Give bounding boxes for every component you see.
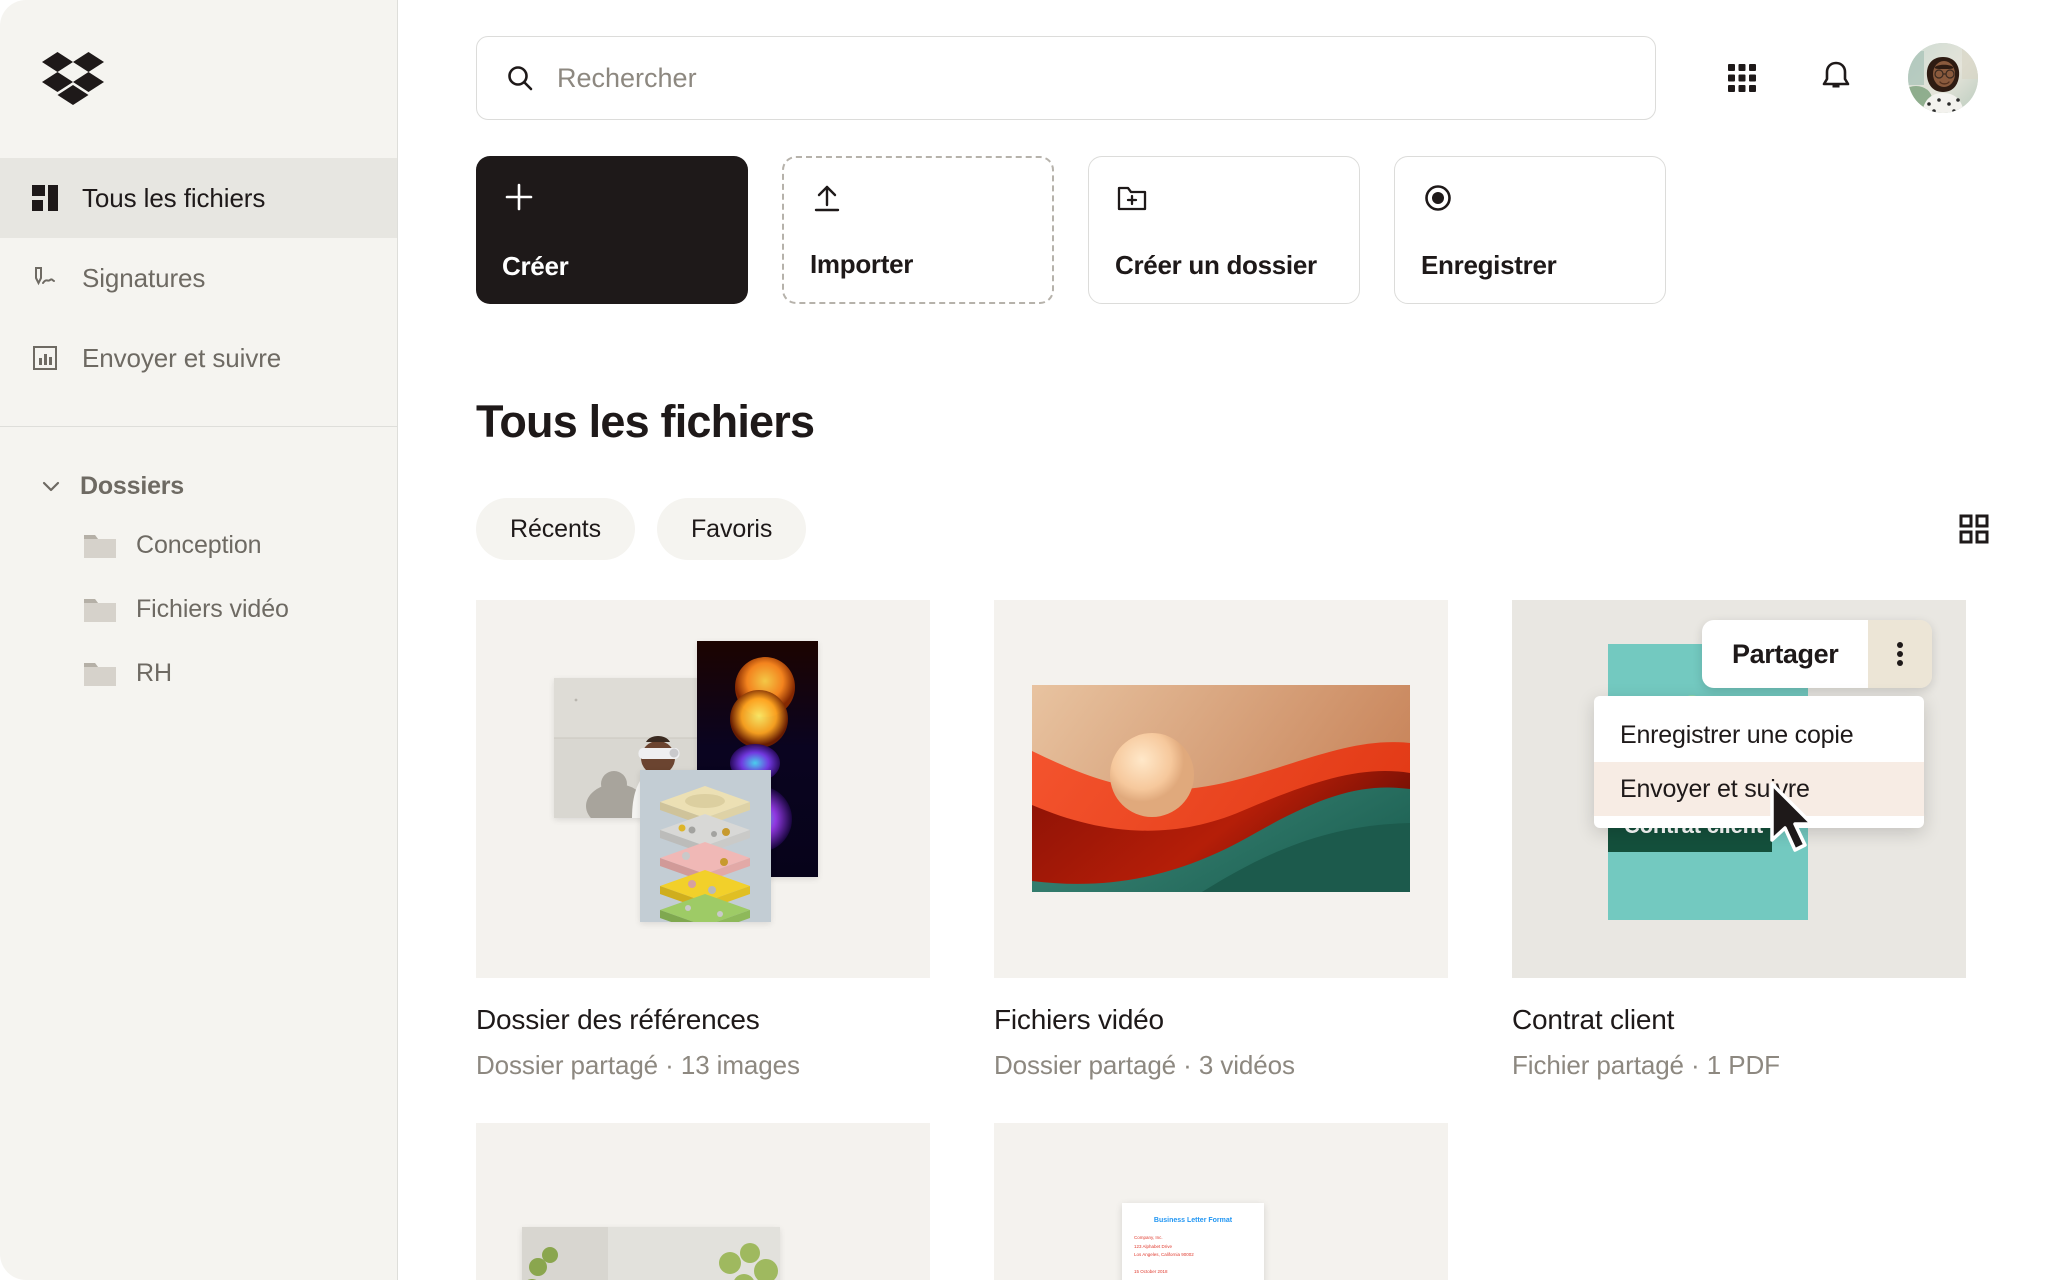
kebab-menu-icon[interactable]: [1868, 620, 1933, 688]
send-track-chart-icon: [30, 343, 60, 373]
import-button-label: Importer: [810, 249, 914, 279]
folder-label: Fichiers vidéo: [136, 594, 289, 623]
filter-chip-favorites[interactable]: Favoris: [657, 498, 807, 560]
file-card-title: Fichiers vidéo: [994, 1004, 1164, 1035]
primary-navigation: Tous les fichiers Signatures Envoyer et …: [0, 158, 397, 398]
brand-logo[interactable]: [0, 0, 397, 158]
create-folder-button-label: Créer un dossier: [1115, 250, 1317, 280]
sidebar: Tous les fichiers Signatures Envoyer et …: [0, 0, 398, 1280]
sidebar-item-label: Envoyer et suivre: [82, 342, 282, 373]
grid-view-icon[interactable]: [1958, 513, 1990, 545]
folder-icon: [84, 660, 116, 686]
sidebar-item-label: Tous les fichiers: [82, 182, 266, 213]
folder-icon: [84, 532, 116, 558]
sidebar-item-signatures[interactable]: Signatures: [0, 238, 397, 318]
apps-grid-icon[interactable]: [1720, 56, 1764, 100]
file-thumbnail: [994, 600, 1448, 978]
document-preview-sender-line-2: 123 Alphabet Drive: [1134, 1243, 1173, 1249]
sidebar-folder-conception[interactable]: Conception: [0, 513, 397, 577]
user-avatar[interactable]: [1908, 43, 1978, 113]
file-thumbnail: [476, 600, 930, 978]
thumbnail-abstract-wave: [1032, 685, 1410, 892]
plus-icon: [502, 178, 722, 216]
file-card-references[interactable]: Dossier des références Dossier partagé ·…: [476, 600, 930, 1081]
create-folder-button[interactable]: Créer un dossier: [1088, 156, 1360, 304]
record-button[interactable]: Enregistrer: [1394, 156, 1666, 304]
page-title: Tous les fichiers: [476, 396, 815, 447]
search-bar[interactable]: [476, 36, 1656, 120]
file-card-business-letter[interactable]: Business Letter Format Company, Inc. 123…: [994, 1123, 1448, 1280]
record-button-label: Enregistrer: [1421, 250, 1557, 280]
context-dropdown-menu: Enregistrer une copie Envoyer et suivre: [1594, 696, 1924, 828]
thumbnail-photo-greek-architecture: [522, 1227, 780, 1280]
all-files-icon: [30, 183, 60, 213]
import-button[interactable]: Importer: [782, 156, 1054, 304]
folder-label: RH: [136, 658, 172, 687]
create-button-label: Créer: [502, 251, 569, 281]
signature-pen-icon: [30, 263, 60, 293]
files-section: Tous les fichiers Récents Favoris Dossie…: [398, 396, 2048, 1280]
file-card-architecture[interactable]: [476, 1123, 930, 1280]
top-bar-actions: [1720, 43, 1990, 113]
file-card-meta: Dossier partagé · 3 vidéos: [994, 1050, 1295, 1080]
folders-section: Dossiers Conception Fichiers vidéo RH: [0, 427, 397, 705]
sidebar-item-all-files[interactable]: Tous les fichiers: [0, 158, 397, 238]
thumbnail-photo-layered-render: [640, 770, 771, 922]
file-thumbnail: [476, 1123, 930, 1280]
file-thumbnail: Contrat client Partager: [1512, 600, 1966, 978]
sidebar-folder-video-files[interactable]: Fichiers vidéo: [0, 577, 397, 641]
create-button[interactable]: Créer: [476, 156, 748, 304]
folder-label: Conception: [136, 530, 262, 559]
document-preview-sender-line-3: Los Angeles, California 90002: [1134, 1252, 1194, 1258]
document-preview-date: 15 October 2018: [1134, 1268, 1168, 1274]
search-icon: [505, 63, 535, 93]
file-card-meta: Fichier partagé · 1 PDF: [1512, 1050, 1780, 1080]
sidebar-folder-rh[interactable]: RH: [0, 641, 397, 705]
main-content: Créer Importer: [398, 0, 2048, 1280]
folder-icon: [84, 596, 116, 622]
sidebar-item-label: Signatures: [82, 262, 206, 293]
document-preview-heading: Business Letter Format: [1153, 1217, 1233, 1224]
thumbnail-document-preview: Business Letter Format Company, Inc. 123…: [1122, 1203, 1264, 1280]
chevron-down-icon: [40, 475, 62, 497]
file-card-video-files[interactable]: Fichiers vidéo Dossier partagé · 3 vidéo…: [994, 600, 1448, 1081]
filter-chip-row: Récents Favoris: [476, 498, 1990, 560]
file-card-meta: Dossier partagé · 13 images: [476, 1050, 800, 1080]
document-preview-sender-line-1: Company, Inc.: [1134, 1235, 1163, 1240]
folder-plus-icon: [1115, 179, 1333, 217]
upload-arrow-icon: [810, 180, 1026, 218]
file-card-client-contract[interactable]: Contrat client Partager: [1512, 600, 1966, 1081]
dropbox-app-window: Tous les fichiers Signatures Envoyer et …: [0, 0, 2048, 1280]
file-grid: Dossier des références Dossier partagé ·…: [476, 600, 1990, 1280]
filter-chip-recents[interactable]: Récents: [476, 498, 636, 560]
file-thumbnail: Business Letter Format Company, Inc. 123…: [994, 1123, 1448, 1280]
menu-item-send-and-track[interactable]: Envoyer et suivre: [1594, 762, 1924, 816]
share-popover-button: Partager: [1702, 620, 1933, 688]
menu-item-save-copy[interactable]: Enregistrer une copie: [1594, 708, 1924, 762]
file-card-title: Contrat client: [1512, 1004, 1675, 1035]
top-bar: [398, 0, 2048, 120]
quick-action-tiles: Créer Importer Créer un dossier Enregist…: [398, 118, 2048, 304]
search-input[interactable]: [557, 62, 1627, 94]
folders-section-title: Dossiers: [80, 471, 185, 500]
folders-section-toggle[interactable]: Dossiers: [0, 459, 397, 513]
record-dot-icon: [1421, 179, 1639, 217]
sidebar-item-send-and-track[interactable]: Envoyer et suivre: [0, 318, 397, 398]
share-button[interactable]: Partager: [1702, 620, 1869, 688]
bell-icon[interactable]: [1814, 56, 1858, 100]
file-card-title: Dossier des références: [476, 1004, 760, 1035]
dropbox-logo-icon: [42, 52, 104, 105]
